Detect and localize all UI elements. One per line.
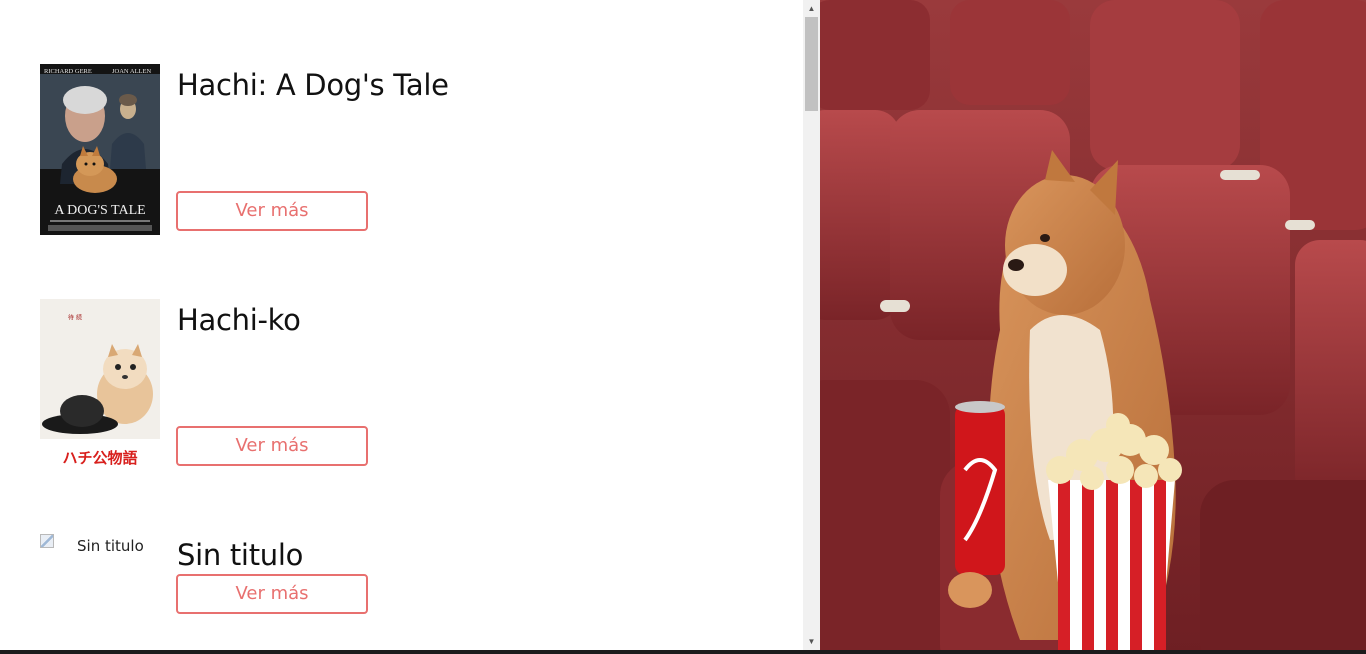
movie-card: 待 続 ハチ公物語 Hachi-ko Ver más (40, 299, 780, 470)
poster-alt-text: Sin titulo (77, 537, 144, 555)
broken-image-icon (40, 534, 54, 548)
movie-card: RICHARD GERE JOAN ALLEN A DOG'S TALE Hac… (40, 64, 780, 235)
movie-poster[interactable]: RICHARD GERE JOAN ALLEN A DOG'S TALE (40, 64, 160, 235)
app-window: RICHARD GERE JOAN ALLEN A DOG'S TALE Hac… (0, 0, 1366, 654)
shiba-cinema-image (820, 0, 1366, 654)
poster-title-text: A DOG'S TALE (54, 203, 145, 218)
vertical-scrollbar[interactable]: ▲ ▼ (803, 0, 820, 650)
ver-mas-button[interactable]: Ver más (176, 574, 368, 614)
poster-hachi-image: RICHARD GERE JOAN ALLEN A DOG'S TALE (40, 64, 160, 235)
poster-hachiko-image: 待 続 ハチ公物語 (40, 299, 160, 470)
movie-title: Sin titulo (177, 538, 304, 572)
broken-poster[interactable]: Sin titulo (40, 534, 160, 558)
ver-mas-button[interactable]: Ver más (176, 426, 368, 466)
movie-card: Sin titulo Sin titulo Ver más (40, 534, 780, 614)
hero-image (820, 0, 1366, 654)
scroll-thumb[interactable] (805, 17, 818, 111)
poster-title-text: ハチ公物語 (62, 449, 137, 467)
movie-list[interactable]: RICHARD GERE JOAN ALLEN A DOG'S TALE Hac… (0, 0, 803, 654)
ver-mas-button[interactable]: Ver más (176, 191, 368, 231)
poster-credit-left: RICHARD GERE (44, 68, 92, 75)
movie-title: Hachi-ko (177, 303, 301, 337)
scroll-up-arrow-icon[interactable]: ▲ (803, 0, 820, 17)
poster-credit-right: JOAN ALLEN (112, 68, 151, 75)
movie-title: Hachi: A Dog's Tale (177, 68, 449, 102)
taskbar-edge (0, 650, 1366, 654)
scroll-down-arrow-icon[interactable]: ▼ (803, 633, 820, 650)
movie-poster[interactable]: 待 続 ハチ公物語 (40, 299, 160, 470)
